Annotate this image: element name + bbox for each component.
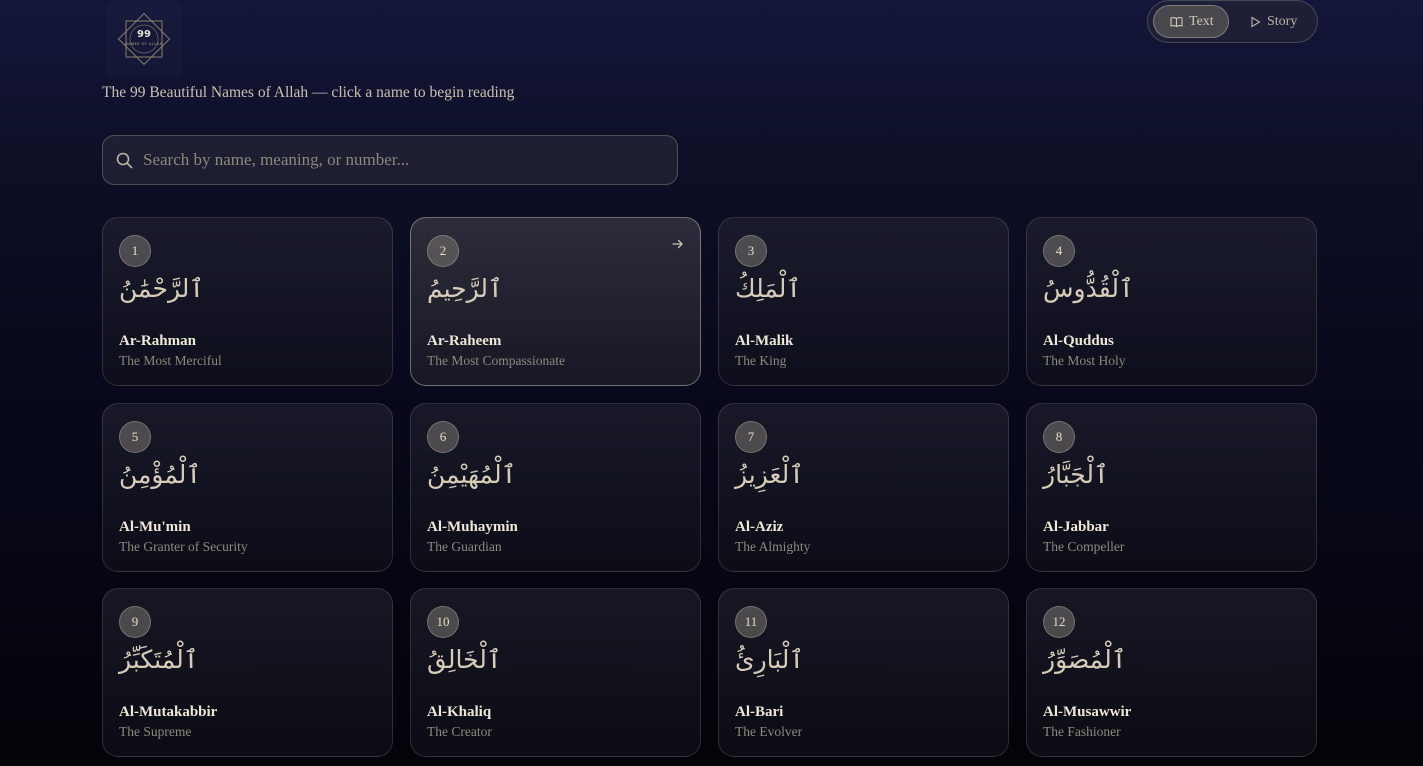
mode-toggle: Text Story [1147,0,1318,43]
logo-number: 99 [137,29,151,40]
arabic-name: ٱلْمُؤْمِنُ [119,460,202,489]
name-card[interactable]: 4 ٱلْقُدُّوسُ Al-Quddus The Most Holy [1026,217,1317,386]
transliteration: Al-Malik [735,333,794,349]
meaning: The Evolver [735,724,803,739]
transliteration: Al-Bari [735,704,784,720]
meaning: The Creator [427,724,492,739]
card-number: 8 [1043,421,1075,453]
transliteration: Al-Aziz [735,519,784,535]
book-icon [1170,16,1183,27]
meaning: The Supreme [119,724,192,739]
arabic-name: ٱلْمُصَوِّرُ [1043,645,1127,674]
search-bar [102,135,678,185]
page-subtitle: The 99 Beautiful Names of Allah — click … [102,84,515,101]
text-mode-label: Text [1189,13,1214,29]
card-number: 6 [427,421,459,453]
transliteration: Al-Mutakabbir [119,704,218,720]
card-number: 3 [735,235,767,267]
arabic-name: ٱلْخَالِقُ [427,645,502,674]
arabic-name: ٱلْمَلِكُ [735,274,802,303]
logo-subtext: NAMES OF ALLAH [125,42,163,46]
card-number: 11 [735,606,767,638]
search-input[interactable] [143,136,663,184]
play-icon [1251,16,1261,27]
arabic-name: ٱلْمُتَكَبِّرُ [119,645,199,674]
arabic-name: ٱلْعَزِيزُ [735,460,804,489]
meaning: The Granter of Security [119,539,248,554]
arabic-name: ٱلْجَبَّارُ [1043,460,1109,489]
meaning: The Most Compassionate [427,353,565,368]
meaning: The King [735,353,787,368]
text-mode-button[interactable]: Text [1153,5,1229,38]
meaning: The Almighty [735,539,811,554]
card-number: 4 [1043,235,1075,267]
story-mode-button[interactable]: Story [1234,5,1314,38]
name-card[interactable]: 11 ٱلْبَارِئُ Al-Bari The Evolver [718,588,1009,757]
arabic-name: ٱلرَّحْمَٰنُ [119,274,204,303]
name-card[interactable]: 7 ٱلْعَزِيزُ Al-Aziz The Almighty [718,403,1009,572]
transliteration: Al-Mu'min [119,519,191,535]
search-icon [116,152,133,169]
meaning: The Most Merciful [119,353,222,368]
card-number: 5 [119,421,151,453]
name-card[interactable]: 12 ٱلْمُصَوِّرُ Al-Musawwir The Fashione… [1026,588,1317,757]
card-number: 2 [427,235,459,267]
app-logo[interactable]: 99 NAMES OF ALLAH [106,1,182,77]
meaning: The Compeller [1043,539,1125,554]
transliteration: Al-Musawwir [1043,704,1132,720]
arabic-name: ٱلْقُدُّوسُ [1043,274,1134,303]
arrow-right-icon [672,239,683,249]
transliteration: Al-Muhaymin [427,519,518,535]
card-number: 1 [119,235,151,267]
name-card[interactable]: 6 ٱلْمُهَيْمِنُ Al-Muhaymin The Guardian [410,403,701,572]
transliteration: Al-Quddus [1043,333,1114,349]
name-card[interactable]: 8 ٱلْجَبَّارُ Al-Jabbar The Compeller [1026,403,1317,572]
meaning: The Fashioner [1043,724,1121,739]
card-number: 7 [735,421,767,453]
meaning: The Guardian [427,539,502,554]
name-card[interactable]: 3 ٱلْمَلِكُ Al-Malik The King [718,217,1009,386]
name-card[interactable]: 2 ٱلرَّحِيمُ Ar-Raheem The Most Compassi… [410,217,701,386]
card-number: 12 [1043,606,1075,638]
transliteration: Al-Khaliq [427,704,492,720]
arabic-name: ٱلْبَارِئُ [735,645,805,674]
arabic-name: ٱلرَّحِيمُ [427,274,503,303]
story-mode-label: Story [1267,13,1298,29]
name-card[interactable]: 5 ٱلْمُؤْمِنُ Al-Mu'min The Granter of S… [102,403,393,572]
name-card[interactable]: 10 ٱلْخَالِقُ Al-Khaliq The Creator [410,588,701,757]
card-number: 9 [119,606,151,638]
name-card[interactable]: 1 ٱلرَّحْمَٰنُ Ar-Rahman The Most Mercif… [102,217,393,386]
card-number: 10 [427,606,459,638]
meaning: The Most Holy [1043,353,1126,368]
transliteration: Al-Jabbar [1043,519,1109,535]
name-card[interactable]: 9 ٱلْمُتَكَبِّرُ Al-Mutakabbir The Supre… [102,588,393,757]
transliteration: Ar-Raheem [427,333,502,349]
transliteration: Ar-Rahman [119,333,196,349]
arabic-name: ٱلْمُهَيْمِنُ [427,460,517,489]
